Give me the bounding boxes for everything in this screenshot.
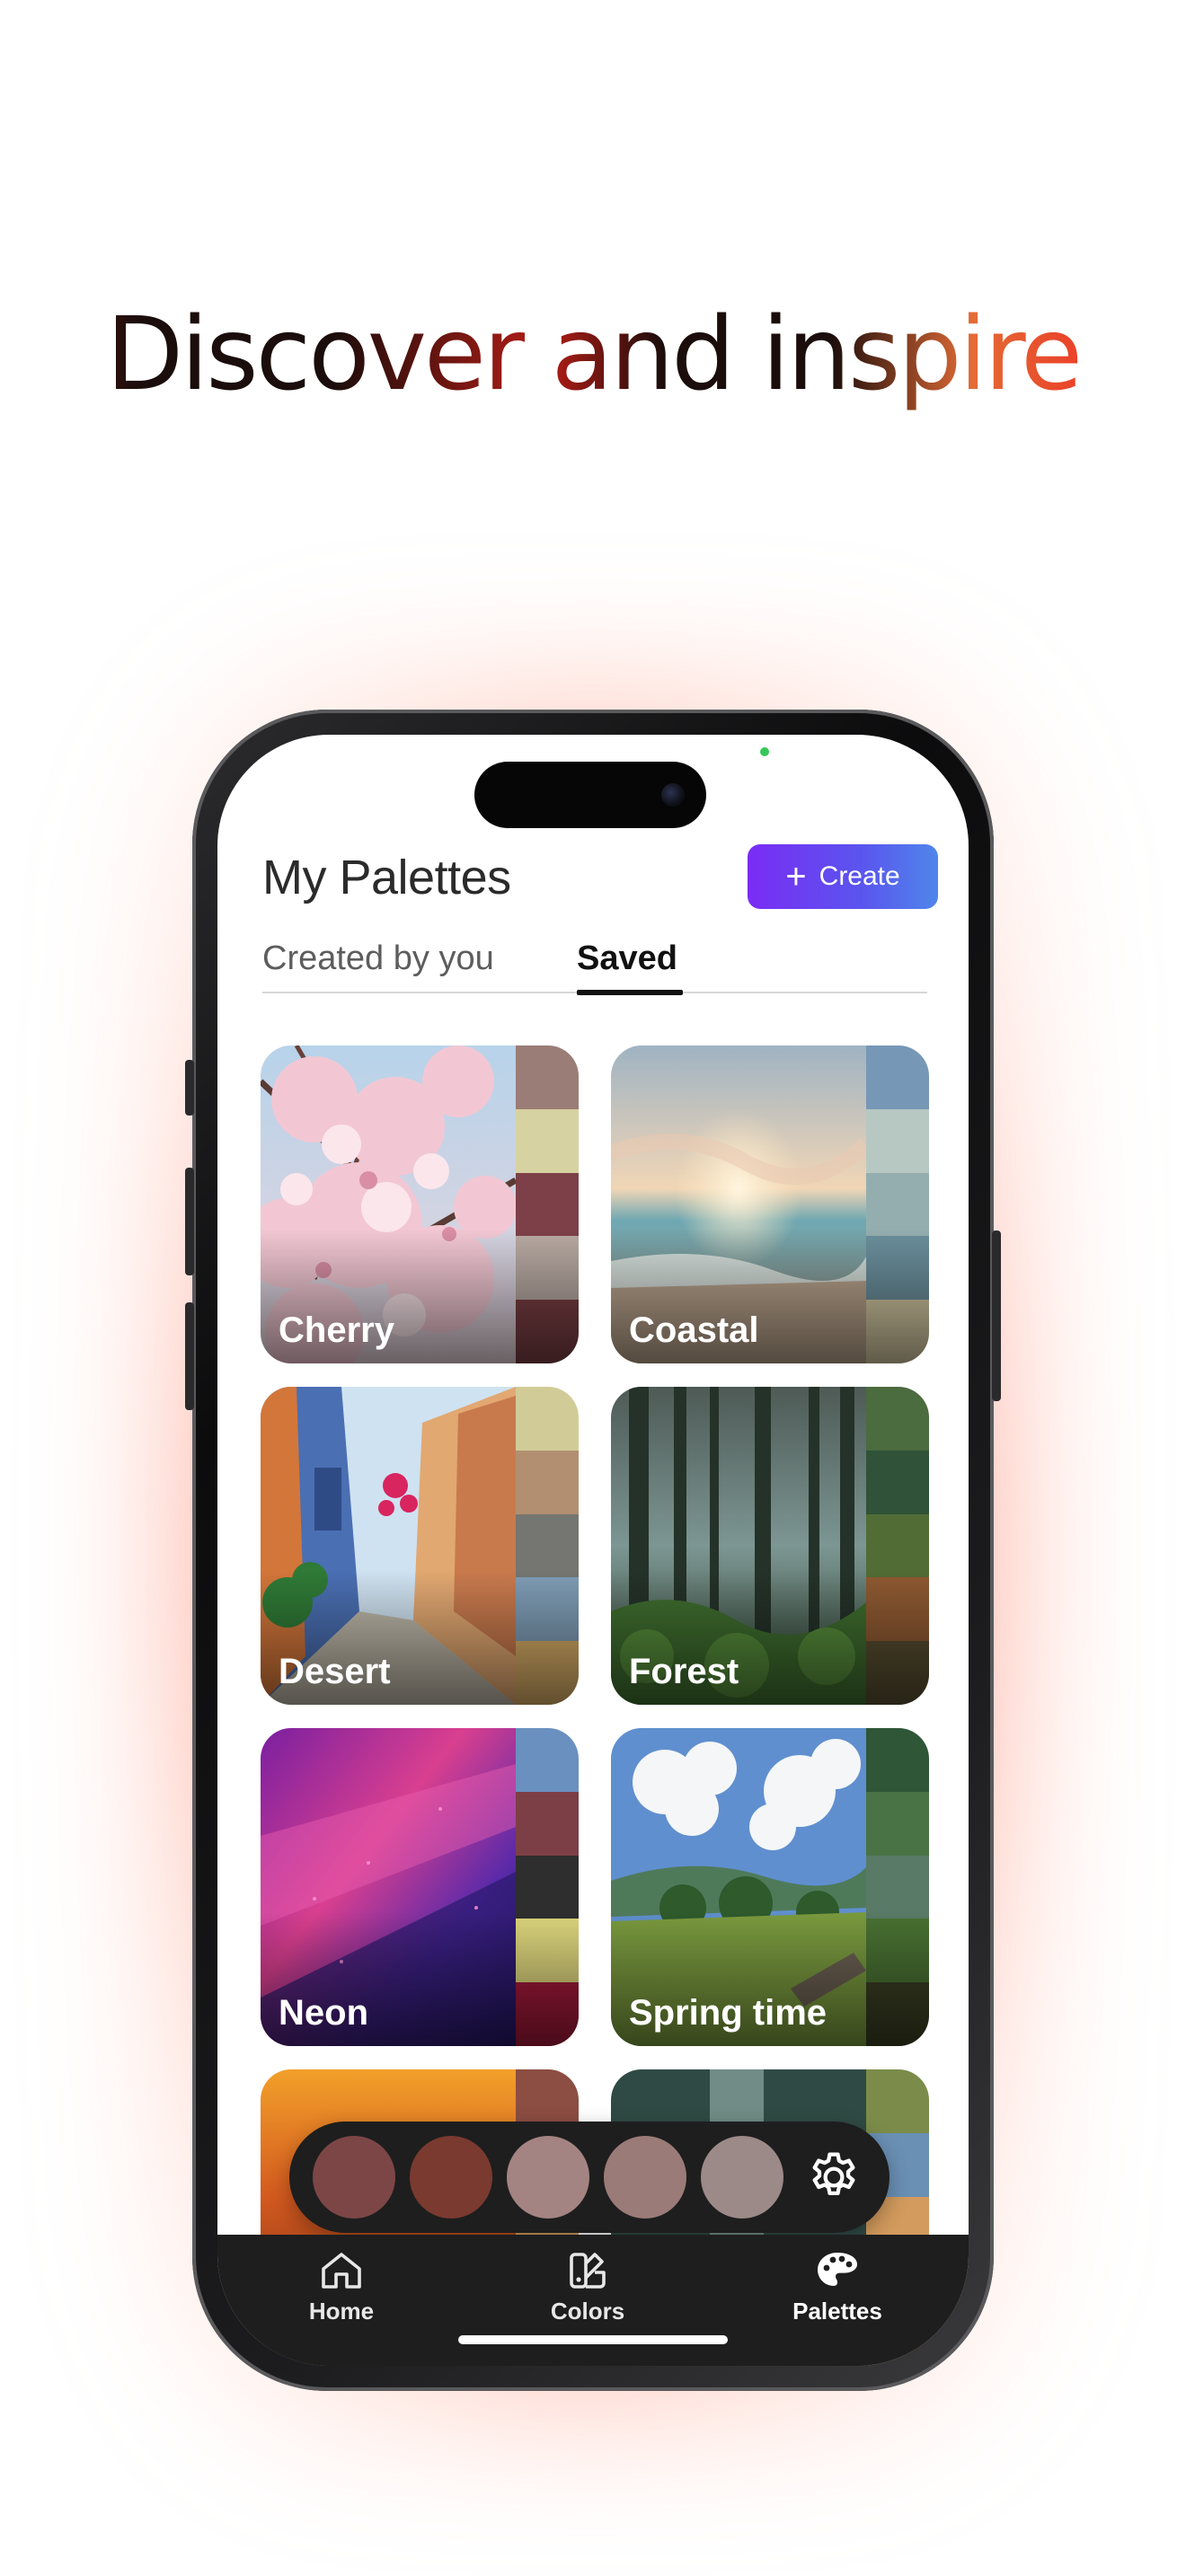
- create-button[interactable]: + Create: [748, 844, 938, 909]
- home-icon: [322, 2253, 361, 2289]
- create-button-label: Create: [819, 861, 900, 891]
- palette-name: Cherry: [279, 1310, 394, 1350]
- tab-palettes[interactable]: Palettes: [757, 2249, 918, 2325]
- palette-card-neon[interactable]: Neon: [261, 1728, 579, 2046]
- dynamic-island: [474, 762, 706, 828]
- plus-icon: +: [785, 857, 807, 896]
- selected-color-5[interactable]: [701, 2136, 783, 2219]
- tab-colors-label: Colors: [550, 2298, 625, 2325]
- page-headline: Discover and inspire: [0, 296, 1186, 413]
- action-button: [185, 1060, 194, 1116]
- selected-colors-toolbar: [289, 2122, 890, 2233]
- tab-colors[interactable]: Colors: [507, 2249, 668, 2325]
- selected-color-1[interactable]: [313, 2136, 395, 2219]
- palette-card-coastal[interactable]: Coastal: [611, 1045, 929, 1363]
- palette-name: Desert: [279, 1652, 391, 1691]
- tab-saved[interactable]: Saved: [577, 940, 677, 978]
- tab-home-label: Home: [308, 2298, 375, 2325]
- selected-color-2[interactable]: [410, 2136, 492, 2219]
- tab-palettes-label: Palettes: [792, 2298, 882, 2325]
- tab-created-by-you[interactable]: Created by you: [262, 940, 494, 978]
- palette-tabs: Created by you Saved: [262, 940, 927, 995]
- selected-color-3[interactable]: [507, 2136, 589, 2219]
- palette-name: Spring time: [629, 1993, 828, 2033]
- swatch-book-icon: [570, 2253, 606, 2289]
- palette-name: Forest: [629, 1652, 739, 1691]
- palette-card-desert[interactable]: Desert: [261, 1387, 579, 1705]
- selected-color-4[interactable]: [604, 2136, 686, 2219]
- palette-icon: [818, 2253, 857, 2286]
- privacy-indicator-dot: [760, 747, 769, 756]
- phone-frame: My Palettes + Create Created by you Save…: [185, 710, 1001, 2391]
- palette-card-spring-time[interactable]: Spring time: [611, 1728, 929, 2046]
- page-title: My Palettes: [262, 851, 511, 904]
- palette-name: Coastal: [629, 1310, 759, 1350]
- gear-icon[interactable]: [805, 2148, 863, 2206]
- palette-card-forest[interactable]: Forest: [611, 1387, 929, 1705]
- palette-name: Neon: [279, 1993, 368, 2033]
- active-tab-indicator: [577, 990, 683, 995]
- phone-screen: My Palettes + Create Created by you Save…: [217, 735, 969, 2366]
- power-button: [992, 1231, 1001, 1401]
- bottom-tab-bar: Home Colors Palettes: [217, 2235, 969, 2366]
- volume-up-button: [185, 1168, 194, 1275]
- camera-icon: [661, 783, 685, 807]
- tab-home[interactable]: Home: [261, 2249, 422, 2325]
- volume-down-button: [185, 1302, 194, 1410]
- home-indicator[interactable]: [458, 2335, 728, 2344]
- palette-card-cherry[interactable]: Cherry: [261, 1045, 579, 1363]
